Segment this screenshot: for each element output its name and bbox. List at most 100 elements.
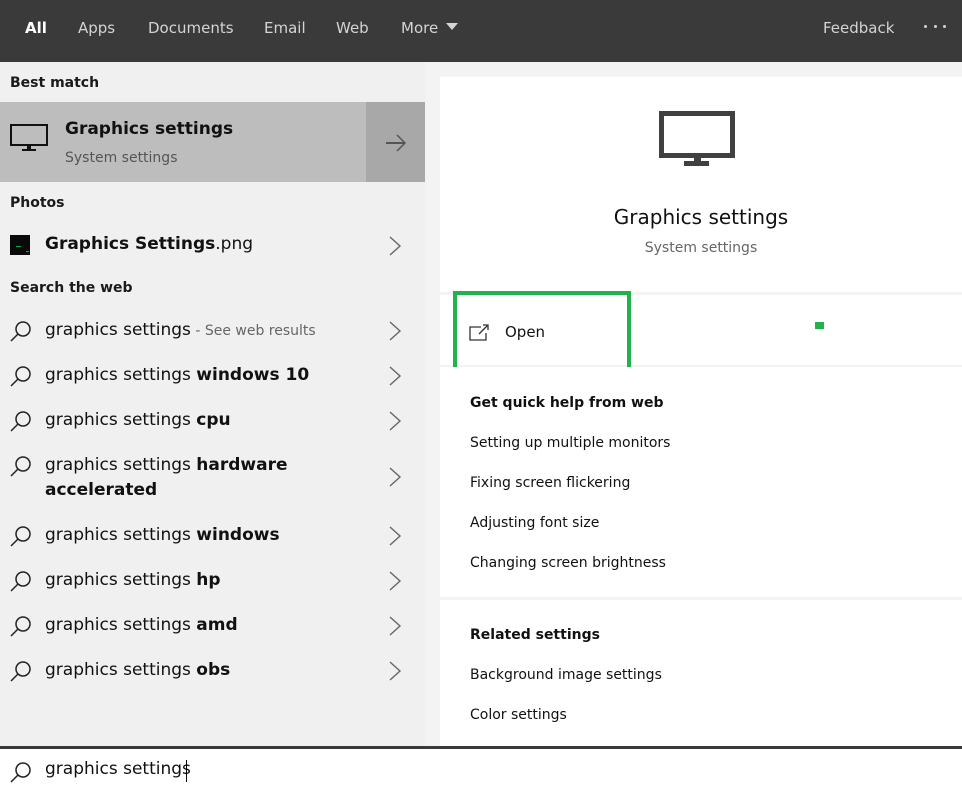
preview-header-card: Graphics settings System settings <box>440 77 962 292</box>
web-result-label: graphics settings windows <box>45 523 280 548</box>
best-match-title: Graphics settings <box>65 119 234 139</box>
query-suggestion: obs <box>196 660 231 680</box>
query-prefix: graphics settings <box>45 455 197 475</box>
photo-result-label: Graphics Settings.png <box>45 232 253 257</box>
web-result-item[interactable]: graphics settings amd <box>0 603 425 648</box>
search-icon <box>10 661 31 682</box>
results-list: Best match Graphics settings System sett… <box>0 62 425 746</box>
related-settings-heading: Related settings <box>470 627 600 643</box>
tab-all[interactable]: All <box>25 0 47 56</box>
search-icon <box>10 366 31 387</box>
open-label: Open <box>505 323 546 341</box>
chevron-right-icon <box>389 526 402 546</box>
chevron-right-icon <box>389 321 402 341</box>
help-link[interactable]: Setting up multiple monitors <box>470 435 670 451</box>
monitor-icon <box>10 124 48 151</box>
web-result-label: graphics settings obs <box>45 658 230 683</box>
tab-more[interactable]: More <box>401 0 459 56</box>
text-cursor <box>186 760 187 782</box>
more-options-button[interactable] <box>924 19 946 33</box>
caret-down-icon <box>446 23 459 30</box>
help-link[interactable]: Fixing screen flickering <box>470 475 630 491</box>
query-suggestion: cpu <box>196 410 231 430</box>
web-result-label: graphics settings hardware accelerated <box>45 453 288 503</box>
arrow-right-icon <box>386 134 407 152</box>
tab-documents[interactable]: Documents <box>148 0 234 56</box>
web-result-item[interactable]: graphics settings hp <box>0 558 425 603</box>
tab-web[interactable]: Web <box>336 0 369 56</box>
query-suggestion: hardware <box>196 455 288 475</box>
query-prefix: graphics settings <box>45 320 191 340</box>
section-best-match: Best match <box>10 75 100 91</box>
quick-help-heading: Get quick help from web <box>470 395 664 411</box>
best-match-subtitle: System settings <box>65 150 178 166</box>
best-match-item: Graphics settings System settings <box>0 102 425 182</box>
query-suggestion: windows 10 <box>196 365 310 385</box>
chevron-right-icon <box>389 661 402 681</box>
preview-subtitle: System settings <box>644 240 758 256</box>
web-result-label: graphics settings cpu <box>45 408 231 433</box>
web-result-item[interactable]: graphics settings windows <box>0 513 425 558</box>
search-icon <box>10 762 31 783</box>
query-prefix: graphics settings <box>45 660 197 680</box>
photo-result-item[interactable]: Graphics Settings.png <box>0 222 425 267</box>
related-settings-card: Related settings Background image settin… <box>440 600 962 746</box>
search-icon <box>10 571 31 592</box>
query-prefix: graphics settings <box>45 410 197 430</box>
web-result-item[interactable]: graphics settings obs <box>0 648 425 693</box>
best-match-open[interactable]: Graphics settings System settings <box>0 102 363 182</box>
monitor-icon <box>659 111 735 166</box>
chevron-right-icon <box>389 236 402 256</box>
web-result-item[interactable]: graphics settings cpu <box>0 398 425 443</box>
actions-card: Open <box>440 291 962 377</box>
related-link[interactable]: Background image settings <box>470 667 662 683</box>
query-suggestion: amd <box>196 615 238 635</box>
help-link[interactable]: Adjusting font size <box>470 515 599 531</box>
chevron-right-icon <box>389 616 402 636</box>
image-thumbnail <box>10 235 30 255</box>
section-photos: Photos <box>10 195 65 211</box>
photo-name: Graphics Settings <box>45 234 216 254</box>
preview-title: Graphics settings <box>613 205 789 229</box>
web-result-item[interactable]: graphics settings - See web results <box>0 308 425 353</box>
query-suggestion: hp <box>196 570 221 590</box>
ellipsis-icon <box>924 24 927 28</box>
search-icon <box>10 321 31 342</box>
web-result-label: graphics settings amd <box>45 613 238 638</box>
chevron-right-icon <box>389 467 402 487</box>
feedback-button[interactable]: Feedback <box>823 0 894 56</box>
best-match-expand-button[interactable] <box>366 102 425 182</box>
ellipsis-dot <box>943 24 946 28</box>
query-prefix: graphics settings <box>45 570 197 590</box>
query-prefix: graphics settings <box>45 365 197 385</box>
search-filter-bar: All Apps Documents Email Web More Feedba… <box>0 0 962 62</box>
ellipsis-dot <box>933 24 937 28</box>
open-external-icon <box>469 324 489 341</box>
web-result-item[interactable]: graphics settings hardware accelerated <box>0 443 425 513</box>
tab-more-label: More <box>401 19 439 37</box>
open-button[interactable]: Open <box>453 291 631 377</box>
green-marker <box>815 322 824 329</box>
tab-apps[interactable]: Apps <box>78 0 115 56</box>
chevron-right-icon <box>389 411 402 431</box>
quick-help-card: Get quick help from web Setting up multi… <box>440 367 962 597</box>
query-suggestion: windows <box>196 525 280 545</box>
see-web-results-hint: - See web results <box>190 323 316 339</box>
search-icon <box>10 456 31 477</box>
tab-email[interactable]: Email <box>264 0 306 56</box>
search-icon <box>10 526 31 547</box>
web-result-label: graphics settings hp <box>45 568 221 593</box>
web-result-label: graphics settings - See web results <box>45 318 316 344</box>
query-prefix: graphics settings <box>45 525 197 545</box>
related-link[interactable]: Color settings <box>470 707 567 723</box>
search-input[interactable] <box>45 755 845 783</box>
web-result-item[interactable]: graphics settings windows 10 <box>0 353 425 398</box>
help-link[interactable]: Changing screen brightness <box>470 555 666 571</box>
search-box <box>0 746 962 786</box>
search-icon <box>10 411 31 432</box>
search-icon <box>10 616 31 637</box>
photo-ext: .png <box>215 234 254 254</box>
chevron-right-icon <box>389 366 402 386</box>
chevron-right-icon <box>389 571 402 591</box>
web-result-label: graphics settings windows 10 <box>45 363 309 388</box>
